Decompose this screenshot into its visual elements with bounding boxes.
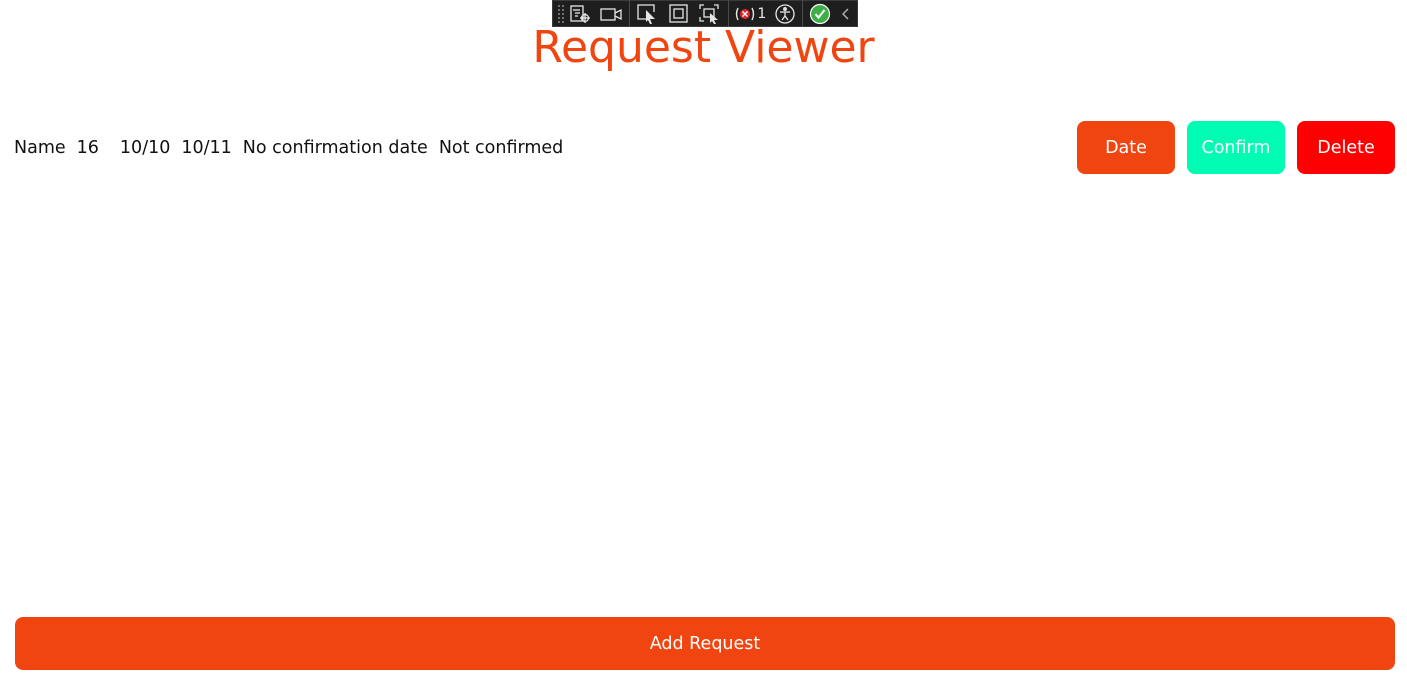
confirm-button[interactable]: Confirm [1187,121,1285,174]
page-title: Request Viewer [532,22,875,73]
request-number: 16 [76,137,99,158]
request-actions: Date Confirm Delete [1077,121,1395,174]
request-name: Name [14,137,66,158]
date-button[interactable]: Date [1077,121,1175,174]
page: 1 Request Viewer Name 16 10/10 10/11 No … [0,0,1407,685]
request-start-date: 10/10 [119,137,171,158]
request-row: Name 16 10/10 10/11 No confirmation date… [14,121,1395,174]
delete-button[interactable]: Delete [1297,121,1395,174]
toolbar-grip-icon[interactable] [557,3,565,24]
add-request-button[interactable]: Add Request [15,617,1395,670]
request-status: Not confirmed [438,137,564,158]
request-end-date: 10/11 [181,137,232,158]
binding-failures-count: 1 [757,5,767,22]
request-confirmation-date: No confirmation date [242,137,428,158]
